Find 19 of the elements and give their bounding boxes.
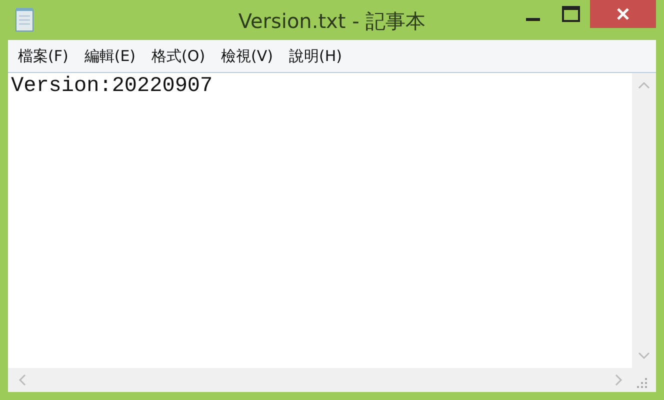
maximize-icon (562, 6, 580, 22)
minimize-icon (526, 18, 540, 20)
menu-item[interactable]: 說明(H) (289, 46, 342, 66)
menu-item[interactable]: 檢視(V) (221, 46, 274, 66)
notepad-icon (14, 7, 36, 33)
menu-item[interactable]: 編輯(E) (84, 46, 136, 66)
scroll-left-icon[interactable] (18, 374, 26, 386)
close-button[interactable] (590, 0, 656, 28)
vertical-scrollbar[interactable] (632, 73, 656, 368)
horizontal-scrollbar[interactable] (8, 368, 656, 392)
scroll-up-icon[interactable] (638, 81, 650, 89)
close-icon (616, 7, 630, 21)
document-text: Version:20220907 (11, 75, 213, 98)
scroll-down-icon[interactable] (638, 352, 650, 360)
resize-grip-icon[interactable] (637, 378, 648, 389)
menu-item[interactable]: 格式(O) (152, 46, 206, 66)
scroll-right-icon[interactable] (615, 374, 623, 386)
window-title: Version.txt - 記事本 (238, 8, 426, 35)
menu-item[interactable]: 檔案(F) (18, 46, 68, 66)
